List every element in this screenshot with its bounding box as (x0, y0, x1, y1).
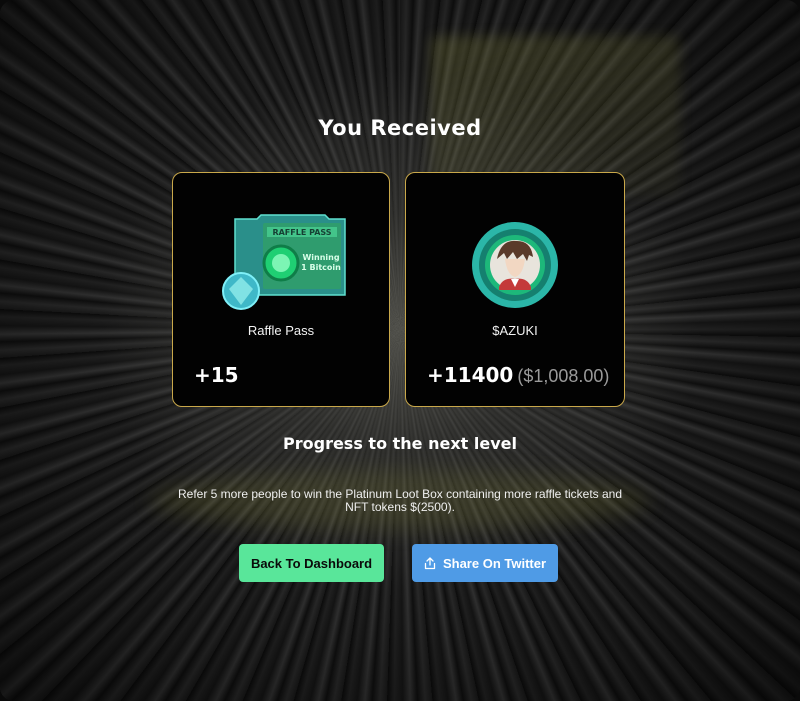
reward-card-azuki: $AZUKI +11400 ($1,008.00) (405, 172, 625, 407)
ticket-line-2: 1 Bitcoin (301, 263, 341, 272)
back-to-dashboard-label: Back To Dashboard (250, 555, 373, 571)
reward-modal: You Received RAFFLE PASS Winning 1 Bitco… (0, 0, 800, 701)
reward-amount: +11400 ($1,008.00) (427, 363, 609, 387)
share-on-twitter-label: Share On Twitter (442, 555, 547, 571)
modal-title: You Received (318, 116, 482, 140)
reward-label: Raffle Pass (247, 323, 315, 338)
progress-description: Refer 5 more people to win the Platinum … (177, 487, 623, 514)
reward-card-raffle-pass: RAFFLE PASS Winning 1 Bitcoin Raffle Pas… (172, 172, 390, 407)
reward-label: $AZUKI (492, 323, 538, 338)
reward-amount-value: +15 (194, 363, 239, 387)
progress-title: Progress to the next level (283, 434, 517, 453)
azuki-coin-avatar-icon (472, 222, 558, 308)
ticket-line-1: Winning (302, 253, 339, 262)
reward-amount: +15 (194, 363, 239, 387)
reward-usd-value: ($1,008.00) (517, 366, 610, 386)
reward-amount-value: +11400 (427, 363, 514, 387)
ticket-heading: RAFFLE PASS (272, 228, 331, 237)
share-icon (424, 556, 436, 569)
back-to-dashboard-button[interactable]: Back To Dashboard (239, 544, 384, 582)
raffle-pass-ticket-icon: RAFFLE PASS Winning 1 Bitcoin (222, 214, 346, 310)
share-on-twitter-button[interactable]: Share On Twitter (412, 544, 558, 582)
